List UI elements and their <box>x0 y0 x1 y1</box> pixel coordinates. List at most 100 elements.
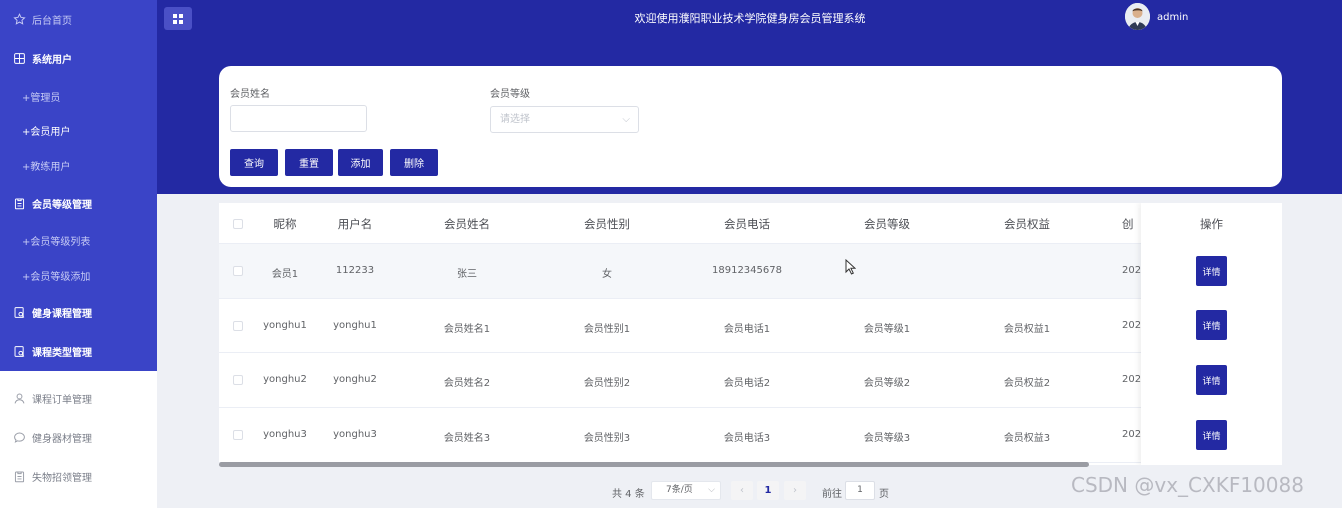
cell-member-gender: 会员性别1 <box>583 324 631 335</box>
row-checkbox[interactable] <box>233 375 243 385</box>
sidebar-item-admin[interactable]: +管理员 <box>0 78 157 114</box>
page-size-select[interactable]: 7条/页 ⌵ <box>651 481 721 500</box>
cell-member-benefit: 会员权益1 <box>1003 324 1051 335</box>
page-number-current[interactable]: 1 <box>757 481 779 500</box>
sidebar-group-label: 健身器材管理 <box>32 433 92 445</box>
cell-member-level: 会员等级1 <box>863 324 911 335</box>
sidebar: 后台首页 系统用户 +管理员 +会员用户 +教练用户 会员等级管理 +会员等级列… <box>0 0 157 508</box>
operations-column: 操作 详情 详情 详情 详情 <box>1141 203 1282 465</box>
header-username: 用户名 <box>337 217 373 231</box>
avatar[interactable] <box>1125 3 1150 30</box>
header-member-gender: 会员性别 <box>584 217 630 231</box>
cell-member-name: 会员姓名2 <box>443 378 491 389</box>
sidebar-item-member-users[interactable]: +会员用户 <box>0 112 157 148</box>
goto-page-input[interactable]: 1 <box>845 481 875 500</box>
chat-icon <box>12 430 26 444</box>
header-member-name: 会员姓名 <box>444 217 490 231</box>
document-search-icon <box>12 344 26 358</box>
table-row[interactable]: yonghu1 yonghu1 会员姓名1 会员性别1 会员电话1 会员等级1 … <box>219 299 1282 353</box>
detail-button[interactable]: 详情 <box>1196 256 1227 286</box>
cell-nickname: yonghu1 <box>263 320 307 331</box>
cell-username: yonghu3 <box>333 429 377 440</box>
next-page-button[interactable]: › <box>784 481 806 500</box>
cell-member-phone: 18912345678 <box>712 265 782 276</box>
page-unit-label: 页 <box>879 489 889 500</box>
detail-button[interactable]: 详情 <box>1196 365 1227 395</box>
cell-member-name: 张三 <box>457 269 477 280</box>
select-all-checkbox[interactable] <box>233 219 243 229</box>
document-search-icon <box>12 305 26 319</box>
grid-icon <box>12 51 26 65</box>
sidebar-item-label: 后台首页 <box>32 15 72 27</box>
cell-nickname: 会员1 <box>271 269 299 280</box>
member-level-placeholder: 请选择 <box>500 114 530 125</box>
table-row[interactable]: yonghu3 yonghu3 会员姓名3 会员性别3 会员电话3 会员等级3 … <box>219 408 1282 463</box>
cell-member-phone: 会员电话2 <box>723 378 771 389</box>
user-icon <box>12 391 26 405</box>
sidebar-group-level-mgmt[interactable]: 会员等级管理 <box>0 185 157 221</box>
admin-username[interactable]: admin <box>1157 12 1188 23</box>
header-nickname: 昵称 <box>273 217 297 231</box>
apps-icon <box>173 13 183 24</box>
cell-created: 2025 <box>1122 429 1142 440</box>
star-icon <box>12 12 26 26</box>
horizontal-scrollbar[interactable] <box>219 462 1089 467</box>
header-created: 创 <box>1122 217 1134 231</box>
detail-button[interactable]: 详情 <box>1196 420 1227 450</box>
goto-label: 前往 <box>822 489 842 500</box>
cell-member-level: 会员等级3 <box>863 433 911 444</box>
delete-button[interactable]: 删除 <box>390 149 438 176</box>
cell-nickname: yonghu3 <box>263 429 307 440</box>
sidebar-group-equipment-mgmt[interactable]: 健身器材管理 <box>0 419 157 455</box>
cell-created: 2025 <box>1122 320 1142 331</box>
menu-toggle-button[interactable] <box>164 7 192 30</box>
page-size-value: 7条/页 <box>666 485 693 495</box>
sidebar-group-label: 会员等级管理 <box>32 199 92 211</box>
query-button[interactable]: 查询 <box>230 149 278 176</box>
app-title: 欢迎使用濮阳职业技术学院健身房会员管理系统 <box>634 12 866 25</box>
header-member-benefit: 会员权益 <box>1004 217 1050 231</box>
cell-member-name: 会员姓名1 <box>443 324 491 335</box>
reset-button[interactable]: 重置 <box>285 149 333 176</box>
sidebar-group-course-mgmt[interactable]: 健身课程管理 <box>0 294 157 330</box>
sidebar-group-label: 系统用户 <box>32 54 72 66</box>
sidebar-group-course-type-mgmt[interactable]: 课程类型管理 <box>0 333 157 369</box>
cell-username: yonghu2 <box>333 374 377 385</box>
sidebar-item-level-list[interactable]: +会员等级列表 <box>0 222 157 258</box>
cell-member-gender: 会员性别2 <box>583 378 631 389</box>
header-operations: 操作 <box>1200 217 1223 231</box>
mouse-cursor-icon <box>845 259 856 275</box>
clipboard-icon <box>12 196 26 210</box>
sidebar-item-coach-users[interactable]: +教练用户 <box>0 147 157 183</box>
sidebar-item-label: +会员等级列表 <box>22 236 91 248</box>
cell-member-gender: 会员性别3 <box>583 433 631 444</box>
sidebar-group-order-mgmt[interactable]: 课程订单管理 <box>0 380 157 416</box>
member-level-select[interactable]: 请选择 ⌵ <box>490 106 639 133</box>
cell-member-benefit: 会员权益3 <box>1003 433 1051 444</box>
row-checkbox[interactable] <box>233 321 243 331</box>
row-checkbox[interactable] <box>233 266 243 276</box>
member-name-input[interactable] <box>230 105 367 132</box>
table-row[interactable]: yonghu2 yonghu2 会员姓名2 会员性别2 会员电话2 会员等级2 … <box>219 353 1282 408</box>
prev-page-button[interactable]: ‹ <box>731 481 753 500</box>
sidebar-item-home[interactable]: 后台首页 <box>0 1 157 37</box>
cell-member-gender: 女 <box>602 269 612 280</box>
row-checkbox[interactable] <box>233 430 243 440</box>
chevron-down-icon: ⌵ <box>622 114 630 125</box>
pagination-total: 共 4 条 <box>612 489 645 500</box>
sidebar-group-label: 课程类型管理 <box>32 347 92 359</box>
table-row[interactable]: 会员1 112233 张三 女 18912345678 2025 <box>219 244 1282 299</box>
sidebar-group-label: 健身课程管理 <box>32 308 92 320</box>
cell-member-level: 会员等级2 <box>863 378 911 389</box>
sidebar-group-system-users[interactable]: 系统用户 <box>0 40 157 76</box>
cell-created: 2025 <box>1122 265 1142 276</box>
detail-button[interactable]: 详情 <box>1196 310 1227 340</box>
cell-username: 112233 <box>335 265 375 276</box>
sidebar-item-label: +教练用户 <box>22 161 71 173</box>
cell-created: 2025 <box>1122 374 1142 385</box>
sidebar-item-level-add[interactable]: +会员等级添加 <box>0 257 157 293</box>
member-name-label: 会员姓名 <box>230 89 270 100</box>
cell-member-phone: 会员电话3 <box>723 433 771 444</box>
add-button[interactable]: 添加 <box>338 149 383 176</box>
cell-member-name: 会员姓名3 <box>443 433 491 444</box>
